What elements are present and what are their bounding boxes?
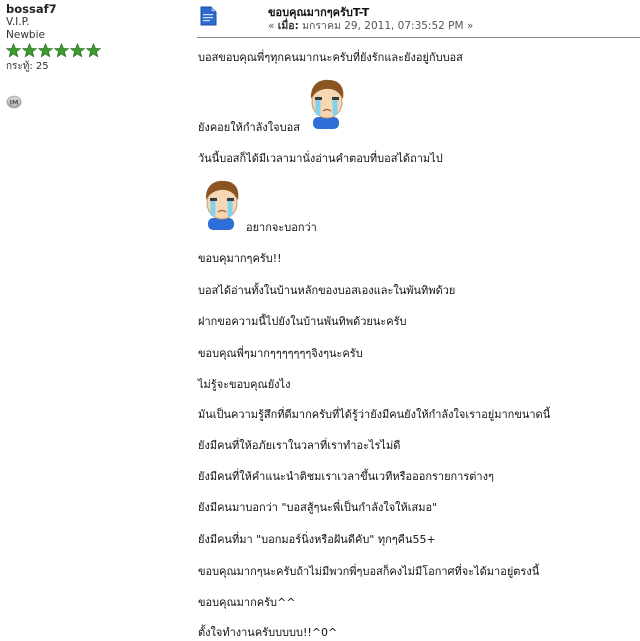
- poster-post-count: กระทู้: 25: [6, 61, 49, 72]
- poster-title: V.I.P.: [6, 16, 30, 28]
- rank-stars: [6, 43, 186, 59]
- post-line: อยากจะบอกว่า: [246, 221, 317, 234]
- rank-star-icon: [54, 43, 69, 58]
- instant-message-icon[interactable]: IM: [6, 95, 22, 109]
- poster-rank: Newbie: [6, 29, 45, 41]
- post-line: ยังมีคนที่ให้คำแนะนำติชมเราเวลาขึ้นเวทีห…: [198, 470, 494, 483]
- rank-star-icon: [38, 43, 53, 58]
- svg-text:IM: IM: [10, 98, 19, 106]
- header-divider: [197, 37, 640, 38]
- meta-label: เมื่อ:: [277, 20, 299, 32]
- post-line: ยังมีคนที่ให้อภัยเราในวลาที่เราทำอะไรไม่…: [198, 439, 401, 452]
- rank-star-icon: [22, 43, 37, 58]
- post-line: ไม่รู้จะขอบคุณยังไง: [198, 378, 291, 391]
- post-line: ขอบคุณพี่ๆมากๆๆๆๆๆๆๆจิงๆนะครับ: [198, 347, 363, 360]
- post-document-icon: [200, 6, 217, 26]
- post-line: ยังคอยให้กำลังใจบอส: [198, 121, 300, 134]
- forum-post: bossaf7 V.I.P. Newbie กระทู้: 25 IM ขอบค…: [0, 0, 640, 639]
- post-date: มกราคม 29, 2011, 07:35:52 PM: [302, 20, 464, 32]
- post-line: บอสได้อ่านทั้งในบ้านหลักของบอสเองและในพั…: [198, 284, 456, 297]
- post-line: วันนี้บอสก็ได้มีเวลามานั่งอ่านคำตอบที่บอ…: [198, 152, 443, 165]
- crying-boy-emoticon: [205, 180, 239, 230]
- crying-boy-emoticon: [310, 79, 344, 129]
- rank-star-icon: [6, 43, 21, 58]
- meta-suffix: »: [466, 20, 474, 32]
- rank-star-icon: [86, 43, 101, 58]
- rank-star-icon: [70, 43, 85, 58]
- meta-prefix: «: [268, 20, 275, 32]
- poster-name[interactable]: bossaf7: [6, 2, 186, 16]
- post-line: มันเป็นความรู้สึกที่ดีมากครับที่ได้รู้ว่…: [198, 408, 551, 421]
- post-meta: « เมื่อ: มกราคม 29, 2011, 07:35:52 PM »: [268, 17, 473, 34]
- post-line: ขอบคุณมากๆนะครับถ้าไม่มีพวกพี่ๆบอสก็คงไม…: [198, 565, 540, 578]
- post-line: ตั้งใจทำงานครับบบบบ!!^0^: [198, 626, 338, 639]
- post-line: ขอบคุมากๆครับ!!: [198, 252, 282, 265]
- poster-info: bossaf7 V.I.P. Newbie กระทู้: 25: [6, 2, 186, 73]
- post-line: บอสขอบคุณพี่ๆทุกคนมากนะครับที่ยังรักและย…: [198, 51, 463, 64]
- post-line: ยังมีคนมาบอกว่า "บอสสู้ๆนะพี่เป็นกำลังใจ…: [198, 501, 438, 514]
- post-line: ขอบคุณมากครับ^^: [198, 596, 296, 609]
- post-line: ยังมีคนที่มา "บอกมอร์นิ่งหรือฝันดีคับ" ท…: [198, 533, 436, 546]
- post-line: ฝากขอความนี้ไปยังในบ้านพันทิพด้วยนะครับ: [198, 315, 407, 328]
